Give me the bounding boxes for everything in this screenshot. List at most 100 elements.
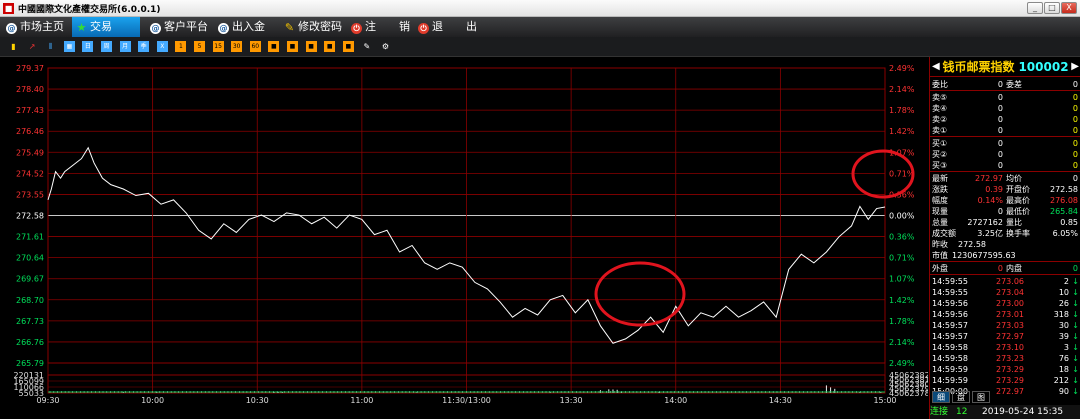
tab-detail[interactable]: 细 <box>932 391 950 403</box>
min1-icon[interactable]: 1 <box>175 41 187 52</box>
menu-item-label: 交易 <box>90 20 112 33</box>
tick-row: 14:59:57 273.03 30 ↓ <box>930 320 1080 331</box>
menu-item-0[interactable]: @ 市场主页 <box>2 17 70 37</box>
price-tick-label: 272.58 <box>16 212 44 221</box>
week-icon[interactable]: 周 <box>101 41 112 52</box>
tick-row: 14:59:56 273.01 318 ↓ <box>930 309 1080 320</box>
order-volume: 0 <box>1072 161 1078 170</box>
stat-value: 0.39 <box>985 185 1003 194</box>
month-icon[interactable]: 月 <box>119 41 131 52</box>
status-line: 连接 12 2019-05-24 15:35 <box>930 405 1080 419</box>
instrument-code: 100002 <box>1018 60 1069 74</box>
tick-price: 273.01 <box>996 310 1024 319</box>
tick-price: 273.29 <box>996 376 1024 385</box>
app-logo-icon: ■ <box>3 3 14 14</box>
tool-c-icon[interactable]: ■ <box>305 41 317 52</box>
minute-chart-icon[interactable]: ▮ <box>8 41 19 52</box>
tick-direction-icon: ↓ <box>1072 332 1079 341</box>
min5-icon[interactable]: 5 <box>194 41 205 52</box>
order-price: 0 <box>997 104 1003 113</box>
stat-value: 272.97 <box>975 174 1003 183</box>
quarter-icon[interactable]: 季 <box>138 41 150 52</box>
gear-icon[interactable]: ⚙ <box>380 41 391 52</box>
pct-tick-label: 0.71% <box>889 254 915 263</box>
min30-icon[interactable]: 30 <box>231 41 243 52</box>
next-instrument-icon[interactable]: ▶ <box>1071 57 1079 77</box>
stat-label2: 量比 <box>1006 218 1022 227</box>
panel-separator <box>930 90 1080 91</box>
tick-direction-icon: ↓ <box>1072 365 1079 374</box>
draw-icon[interactable]: ✎ <box>361 41 372 52</box>
intraday-chart[interactable]: 279.37 2.49% 278.40 2.14% 277.43 1.78% 276.46 1… <box>0 57 930 419</box>
time-tick-label: 11:30/13:00 <box>442 396 491 405</box>
pencil-icon: ✎ <box>284 21 295 34</box>
menu-item-label: 市场主页 <box>20 20 64 33</box>
price-tick-label: 271.61 <box>16 233 44 242</box>
kline-icon[interactable]: ↗ <box>27 41 38 52</box>
pct-tick-label: 1.42% <box>889 296 915 305</box>
instrument-name: 钱币邮票指数 <box>942 60 1015 74</box>
day-icon[interactable]: 日 <box>82 41 94 52</box>
stat-value2: 276.08 <box>1050 196 1078 205</box>
menu-item-7[interactable]: ⏻ 退 <box>414 17 444 37</box>
menu-item-6[interactable]: 销 <box>395 17 413 37</box>
candles-icon[interactable]: ⫴ <box>45 41 56 52</box>
minimize-button[interactable]: _ <box>1027 2 1043 14</box>
prev-close-label: 昨收 <box>932 240 948 249</box>
tick-time: 14:59:56 <box>932 299 968 308</box>
order-label: 买③ <box>932 161 948 170</box>
tick-price: 273.04 <box>996 288 1024 297</box>
menu-item-3[interactable]: @ 出入金 <box>214 17 276 37</box>
close-button[interactable]: X <box>1061 2 1077 14</box>
market-icon[interactable]: ▦ <box>63 41 75 52</box>
stat-row: 现量 0 最低价 265.84 <box>930 206 1080 217</box>
tool-d-icon[interactable]: ■ <box>324 41 336 52</box>
order-label: 卖① <box>932 126 948 135</box>
tick-time: 14:59:56 <box>932 310 968 319</box>
menu-item-label: 注 <box>365 20 376 33</box>
order-label: 买② <box>932 150 948 159</box>
year-icon[interactable]: X <box>156 41 168 52</box>
menu-item-4[interactable]: ✎ 修改密码 <box>280 17 344 37</box>
tick-price: 273.06 <box>996 277 1024 286</box>
stat-label2: 换手率 <box>1006 229 1030 238</box>
stat-label: 涨跌 <box>932 185 948 194</box>
title-bar: ■ 中國國際文化產權交易所(6.0.0.1) _ □ X <box>0 0 1080 17</box>
maximize-button[interactable]: □ <box>1044 2 1060 14</box>
menu-item-8[interactable]: 出 <box>462 17 480 37</box>
tick-price: 273.29 <box>996 365 1024 374</box>
tick-row: 14:59:58 273.23 76 ↓ <box>930 353 1080 364</box>
order-label: 卖② <box>932 115 948 124</box>
menu-item-2[interactable]: @ 客户平台 <box>146 17 212 37</box>
annotation-circle-low <box>594 261 686 327</box>
stat-value2: 272.58 <box>1050 185 1078 194</box>
tick-direction-icon: ↓ <box>1072 310 1079 319</box>
menu-item-1[interactable]: ★ 交易 <box>72 17 140 37</box>
weibi-value: 0 <box>997 80 1003 89</box>
inner-value: 0 <box>1072 264 1078 273</box>
price-tick-label: 273.55 <box>16 190 44 199</box>
menu-item-5[interactable]: ⏻ 注 <box>347 17 377 37</box>
tick-volume: 3 <box>1063 343 1069 352</box>
menu-item-label: 出入金 <box>232 20 265 33</box>
pct-tick-label: 2.49% <box>889 64 915 73</box>
tick-volume: 39 <box>1058 332 1069 341</box>
tab-book[interactable]: 盘 <box>952 391 970 403</box>
order-row: 卖② 0 0 <box>930 114 1080 125</box>
tool-b-icon[interactable]: ■ <box>287 41 298 52</box>
order-price: 0 <box>997 161 1003 170</box>
order-row: 卖① 0 0 <box>930 125 1080 136</box>
min60-icon[interactable]: 60 <box>249 41 261 52</box>
price-tick-label: 277.43 <box>16 106 44 115</box>
tab-chart[interactable]: 图 <box>972 391 990 403</box>
prev-instrument-icon[interactable]: ◀ <box>932 57 940 77</box>
time-tick-label: 13:30 <box>560 396 583 405</box>
tool-a-icon[interactable]: ■ <box>268 41 280 52</box>
pct-tick-label: 2.49% <box>889 359 915 368</box>
min15-icon[interactable]: 15 <box>212 41 224 52</box>
tick-time: 14:59:58 <box>932 343 968 352</box>
tool-e-icon[interactable]: ■ <box>342 41 354 52</box>
price-tick-label: 274.52 <box>16 169 44 178</box>
tick-row: 14:59:56 273.00 26 ↓ <box>930 298 1080 309</box>
order-row: 卖④ 0 0 <box>930 103 1080 114</box>
